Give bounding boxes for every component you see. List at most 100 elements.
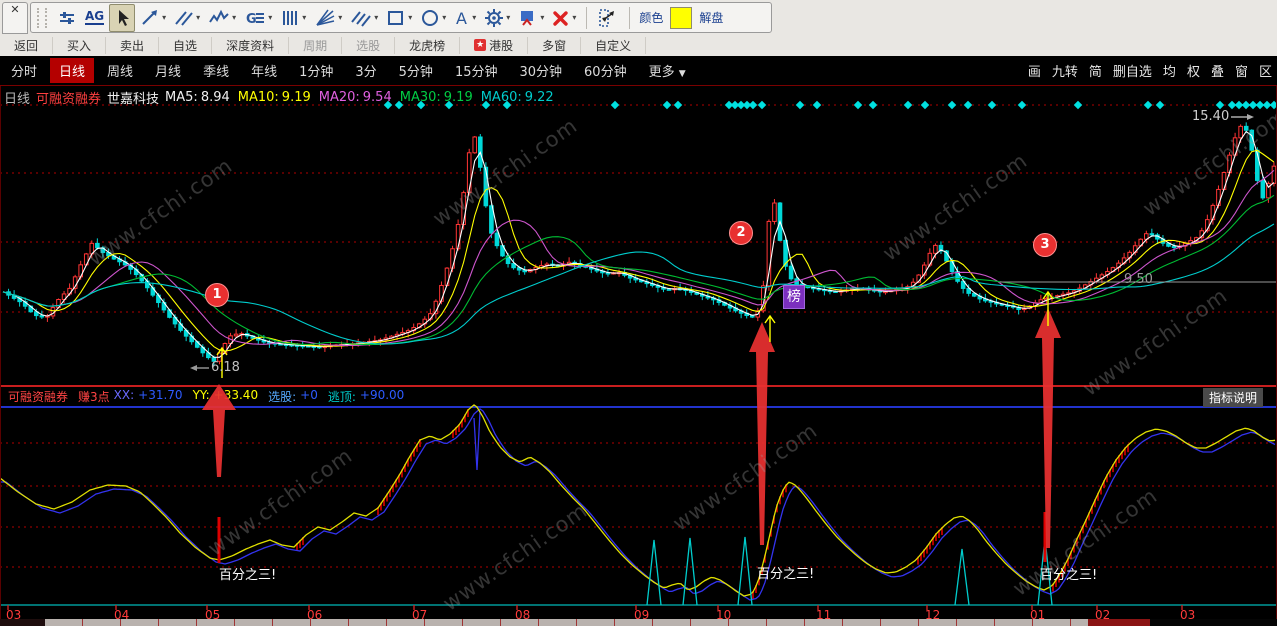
- tool-权[interactable]: 权: [1187, 61, 1200, 80]
- period-tab-日线[interactable]: 日线: [50, 58, 94, 83]
- settings-tool-button[interactable]: ▾: [481, 5, 513, 31]
- menu-item-买入[interactable]: 买入: [53, 37, 106, 54]
- chevron-down-icon[interactable]: ▾: [196, 13, 200, 22]
- red-up-arrow: [1035, 308, 1061, 548]
- chevron-down-icon[interactable]: ▾: [374, 13, 378, 22]
- color-label[interactable]: 颜色: [639, 9, 663, 26]
- ma-value-MA20: MA20:9.54: [319, 90, 392, 105]
- rectangle-icon: [386, 8, 406, 28]
- chevron-down-icon[interactable]: ▾: [232, 13, 236, 22]
- period-tab-月线[interactable]: 月线: [146, 58, 190, 83]
- color-swatch[interactable]: [670, 7, 692, 29]
- gann-icon: G: [244, 8, 266, 28]
- chevron-down-icon[interactable]: ▾: [268, 13, 272, 22]
- chevron-down-icon[interactable]: ▾: [442, 13, 446, 22]
- star-red-icon: ★: [474, 39, 486, 51]
- pane-resize-button[interactable]: [594, 5, 622, 31]
- toolbar-grip-handle[interactable]: [37, 8, 47, 28]
- vertical-lines-tool-button[interactable]: ▾: [277, 5, 309, 31]
- period-tab-年线[interactable]: 年线: [242, 58, 286, 83]
- period-tab-60分钟[interactable]: 60分钟: [575, 58, 636, 83]
- ma-values: MA5:8.94MA10:9.19MA20:9.54MA30:9.19MA60:…: [165, 90, 554, 105]
- ma-value-MA10: MA10:9.19: [238, 90, 311, 105]
- period-tab-1分钟[interactable]: 1分钟: [290, 58, 342, 83]
- wave-icon: [208, 8, 230, 28]
- red-up-arrow: [202, 384, 236, 477]
- indicator-blue-spike: [474, 412, 480, 470]
- menu-item-选股[interactable]: 选股: [342, 37, 395, 54]
- rectangle-tool-button[interactable]: ▾: [383, 5, 415, 31]
- chevron-down-icon[interactable]: ▾: [408, 13, 412, 22]
- toolbar-separator: [586, 7, 587, 29]
- chevron-down-icon: ▼: [679, 69, 686, 79]
- menu-item-多窗[interactable]: 多窗: [528, 37, 581, 54]
- delete-drawing-button[interactable]: ▾: [549, 5, 579, 31]
- menu-item-自定义[interactable]: 自定义: [581, 37, 646, 54]
- scrollbar-track[interactable]: [45, 619, 1088, 626]
- menu-item-深度资料[interactable]: 深度资料: [212, 37, 289, 54]
- ma-value-MA5: MA5:8.94: [165, 90, 230, 105]
- adjust-sliders-button[interactable]: [54, 5, 80, 31]
- chevron-down-icon[interactable]: ▾: [338, 13, 342, 22]
- chevron-down-icon[interactable]: ▾: [540, 13, 544, 22]
- jiepan-button[interactable]: 解盘: [699, 9, 723, 26]
- tool-简[interactable]: 简: [1089, 61, 1102, 80]
- menu-item-返回[interactable]: 返回: [0, 37, 53, 54]
- chevron-down-icon[interactable]: ▾: [572, 13, 576, 22]
- drawing-toolbar: AG ▾ ▾ ▾ G ▾ ▾ ▾ ▾: [30, 2, 772, 33]
- tool-画[interactable]: 画: [1028, 61, 1041, 80]
- dragon-tiger-badge[interactable]: 榜: [783, 285, 805, 309]
- period-tab-分时[interactable]: 分时: [2, 58, 46, 83]
- hatch-tool-button[interactable]: ▾: [347, 5, 381, 31]
- red-up-arrow: [749, 322, 775, 545]
- mark-tool-button[interactable]: ▾: [515, 5, 547, 31]
- chevron-down-icon[interactable]: ▾: [302, 13, 306, 22]
- chevron-down-icon[interactable]: ▾: [162, 13, 166, 22]
- period-tab-more[interactable]: 更多 ▼: [640, 58, 695, 83]
- tool-窗[interactable]: 窗: [1235, 61, 1248, 80]
- menu-item-龙虎榜[interactable]: 龙虎榜: [395, 37, 460, 54]
- menu-item-周期[interactable]: 周期: [289, 37, 342, 54]
- gann-tool-button[interactable]: G ▾: [241, 5, 275, 31]
- pane-resize-icon: [597, 8, 619, 28]
- cursor-tool-button[interactable]: [109, 4, 135, 32]
- menu-item-自选[interactable]: 自选: [159, 37, 212, 54]
- menu-item-卖出[interactable]: 卖出: [106, 37, 159, 54]
- period-tab-5分钟[interactable]: 5分钟: [390, 58, 442, 83]
- text-tool-button[interactable]: A ▾: [451, 5, 479, 31]
- ag-indicator-button[interactable]: AG: [82, 5, 107, 31]
- wave-tool-button[interactable]: ▾: [205, 5, 239, 31]
- period-tab-15分钟[interactable]: 15分钟: [446, 58, 507, 83]
- tool-区[interactable]: 区: [1259, 61, 1272, 80]
- sliders-icon: [57, 8, 77, 28]
- period-tab-3分[interactable]: 3分: [346, 58, 385, 83]
- horizontal-scrollbar[interactable]: [0, 619, 1277, 626]
- circle-tool-button[interactable]: ▾: [417, 5, 449, 31]
- flag-mark-icon: [518, 8, 538, 28]
- parallel-lines-tool-button[interactable]: ▾: [171, 5, 203, 31]
- trendline-tool-button[interactable]: ▾: [137, 5, 169, 31]
- close-icon[interactable]: ✕: [10, 3, 19, 16]
- period-tab-30分钟[interactable]: 30分钟: [510, 58, 571, 83]
- chevron-down-icon[interactable]: ▾: [472, 13, 476, 22]
- chart-top-border: [0, 85, 1277, 86]
- signal-marker-1: 1: [205, 283, 229, 307]
- scrollbar-thumb[interactable]: [1088, 619, 1150, 626]
- menu-item-港股[interactable]: ★港股: [460, 37, 528, 54]
- margin-tag-label[interactable]: 可融资融券: [36, 88, 101, 107]
- ref-price-label: 9.50: [1124, 272, 1153, 287]
- chart-period-label[interactable]: 日线: [4, 88, 30, 107]
- period-tab-季线[interactable]: 季线: [194, 58, 238, 83]
- tool-九转[interactable]: 九转: [1052, 61, 1078, 80]
- circle-icon: [420, 8, 440, 28]
- ma-line-3: [3, 132, 1274, 358]
- toolbar-close-tab[interactable]: ✕: [2, 2, 28, 34]
- percent-three-label-2: 百分之三!: [757, 563, 814, 582]
- tool-均[interactable]: 均: [1163, 61, 1176, 80]
- chevron-down-icon[interactable]: ▾: [506, 13, 510, 22]
- fan-lines-tool-button[interactable]: ▾: [311, 5, 345, 31]
- tool-删自选[interactable]: 删自选: [1113, 61, 1152, 80]
- period-right-tools: 画九转简删自选均权叠窗区: [1028, 56, 1272, 85]
- period-tab-周线[interactable]: 周线: [98, 58, 142, 83]
- tool-叠[interactable]: 叠: [1211, 61, 1224, 80]
